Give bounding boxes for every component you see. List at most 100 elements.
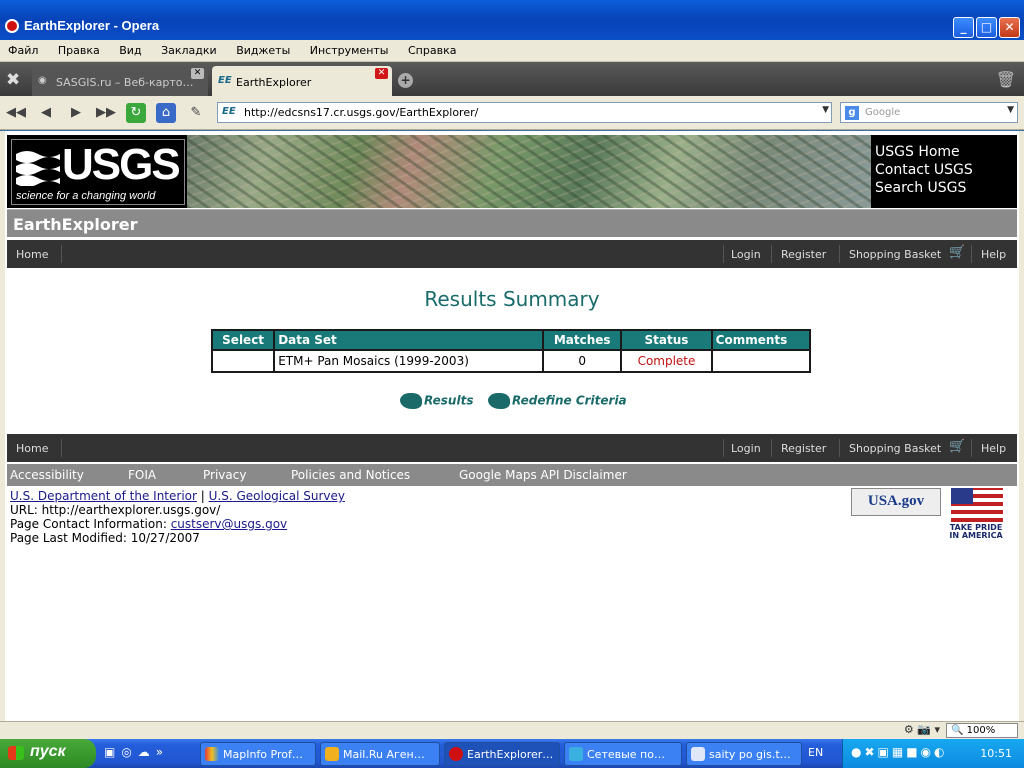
nav-login-link[interactable]: Login (731, 248, 761, 261)
status-cell: Complete (620, 349, 713, 373)
tab-bar: ✖ ◉ SASGIS.ru – Веб-карто… ✕ EE EarthExp… (0, 62, 1024, 96)
new-tab-icon[interactable]: + (398, 73, 413, 88)
page-content: USGS science for a changing world USGS H… (0, 131, 1024, 721)
col-matches: Matches (542, 329, 623, 351)
tab-label: EarthExplorer (236, 76, 312, 89)
select-cell[interactable] (210, 349, 276, 373)
tray-icons[interactable]: ●✖▣▦■◉◐ (851, 745, 947, 759)
nav-home-link[interactable]: Home (16, 442, 48, 455)
shopping-cart-icon[interactable]: 🛒 (949, 439, 965, 454)
doi-link[interactable]: U.S. Department of the Interior (10, 489, 197, 503)
reload-icon[interactable]: ↻ (126, 103, 146, 123)
rewind-icon[interactable]: ◀◀ (6, 103, 26, 123)
forward-icon[interactable]: ▶ (66, 103, 86, 123)
nav-register-link[interactable]: Register (781, 248, 826, 261)
zoom-control[interactable]: 🔍 100% (946, 723, 1018, 738)
task-saity[interactable]: saity po gis.t… (686, 742, 802, 766)
nav-basket-link[interactable]: Shopping Basket (849, 442, 941, 455)
home-icon[interactable]: ⌂ (156, 103, 176, 123)
back-icon[interactable]: ◀ (36, 103, 56, 123)
close-button[interactable]: ✕ (999, 17, 1020, 38)
usgs-logo[interactable]: USGS science for a changing world (11, 139, 185, 205)
contact-email-link[interactable]: custserv@usgs.gov (171, 517, 287, 531)
task-mapinfo[interactable]: MapInfo Prof… (200, 742, 316, 766)
document-icon (691, 747, 705, 761)
window-title: EarthExplorer - Opera (24, 18, 160, 33)
page-icon: ◉ (38, 75, 47, 86)
contact-line: Page Contact Information: custserv@usgs.… (10, 517, 345, 531)
start-button[interactable]: пуск (0, 739, 96, 768)
edit-icon[interactable]: ✎ (186, 103, 206, 123)
ee-favicon-icon: EE (218, 75, 232, 86)
minimize-button[interactable]: _ (953, 17, 974, 38)
address-bar[interactable]: EE http://edcsns17.cr.usgs.gov/EarthExpl… (217, 102, 832, 123)
search-usgs-link[interactable]: Search USGS (875, 179, 973, 197)
tools-icon[interactable]: ✖ (6, 70, 20, 90)
top-nav: Home Login Register Shopping Basket 🛒 He… (7, 240, 1017, 268)
google-maps-disclaimer-link[interactable]: Google Maps API Disclaimer (459, 468, 627, 482)
redefine-button-label: Redefine Criteria (512, 393, 627, 408)
arrow-icon (400, 393, 422, 409)
task-earthexplorer[interactable]: EarthExplorer… (444, 742, 560, 766)
foia-link[interactable]: FOIA (128, 468, 156, 482)
divider (771, 245, 772, 263)
divider (839, 245, 840, 263)
chevron-down-icon[interactable]: ▼ (822, 105, 829, 115)
search-field[interactable]: g Google ▼ (840, 102, 1018, 123)
policies-link[interactable]: Policies and Notices (291, 468, 410, 482)
menu-edit[interactable]: Правка (50, 40, 108, 62)
nav-help-link[interactable]: Help (981, 248, 1006, 261)
accessibility-link[interactable]: Accessibility (10, 468, 84, 482)
usgs-link[interactable]: U.S. Geological Survey (209, 489, 345, 503)
separator: | (200, 489, 205, 503)
satellite-image (187, 135, 871, 208)
close-tab-icon[interactable]: ✕ (191, 68, 204, 79)
redefine-criteria-button[interactable]: Redefine Criteria (488, 393, 627, 409)
menu-tools[interactable]: Инструменты (302, 40, 397, 62)
close-tab-icon[interactable]: ✕ (375, 68, 388, 79)
task-label: MapInfo Prof… (223, 748, 303, 761)
fast-forward-icon[interactable]: ▶▶ (96, 103, 116, 123)
take-pride-logo[interactable]: TAKE PRIDE IN AMERICA (945, 488, 1007, 548)
menu-file[interactable]: Файл (0, 40, 46, 62)
nav-basket-link[interactable]: Shopping Basket (849, 248, 941, 261)
menu-view[interactable]: Вид (111, 40, 149, 62)
task-network[interactable]: Сетевые по… (564, 742, 682, 766)
divider (61, 245, 62, 263)
bottom-nav: Home Login Register Shopping Basket 🛒 He… (7, 434, 1017, 462)
divider (839, 439, 840, 457)
opera-icon (5, 19, 19, 33)
nav-help-link[interactable]: Help (981, 442, 1006, 455)
divider (771, 439, 772, 457)
nav-login-link[interactable]: Login (731, 442, 761, 455)
google-icon[interactable]: g (845, 106, 859, 120)
clock: 10:51 (980, 747, 1012, 760)
trash-icon[interactable]: 🗑 (996, 70, 1016, 89)
usgs-home-link[interactable]: USGS Home (875, 143, 973, 161)
chevron-down-icon[interactable]: ▼ (1007, 105, 1014, 115)
results-button[interactable]: Results (400, 393, 473, 409)
menu-help[interactable]: Справка (400, 40, 464, 62)
divider (723, 439, 724, 457)
tab-sasgis[interactable]: ◉ SASGIS.ru – Веб-карто… ✕ (32, 66, 208, 96)
divider (61, 439, 62, 457)
menu-widgets[interactable]: Виджеты (228, 40, 298, 62)
maximize-button[interactable]: □ (976, 17, 997, 38)
contact-usgs-link[interactable]: Contact USGS (875, 161, 973, 179)
task-mailru[interactable]: Mail.Ru Аген… (320, 742, 440, 766)
privacy-link[interactable]: Privacy (203, 468, 246, 482)
quick-launch-icons[interactable]: ▣◎☁» (104, 745, 169, 759)
nav-home-link[interactable]: Home (16, 248, 48, 261)
nav-register-link[interactable]: Register (781, 442, 826, 455)
usa-gov-logo[interactable]: USA.gov (851, 488, 941, 516)
tab-earthexplorer[interactable]: EE EarthExplorer ✕ (212, 66, 392, 96)
shopping-cart-icon[interactable]: 🛒 (949, 245, 965, 260)
url-line: URL: http://earthexplorer.usgs.gov/ (10, 503, 221, 517)
app-title: EarthExplorer (13, 215, 138, 234)
menu-bookmarks[interactable]: Закладки (153, 40, 225, 62)
task-label: saity po gis.t… (709, 748, 791, 761)
language-indicator[interactable]: EN (808, 746, 823, 759)
status-icons[interactable]: ⚙ 📷 ▾ (904, 723, 940, 736)
results-table: Select Data Set Matches Status Comments … (210, 329, 812, 373)
address-url[interactable]: http://edcsns17.cr.usgs.gov/EarthExplore… (244, 106, 478, 119)
